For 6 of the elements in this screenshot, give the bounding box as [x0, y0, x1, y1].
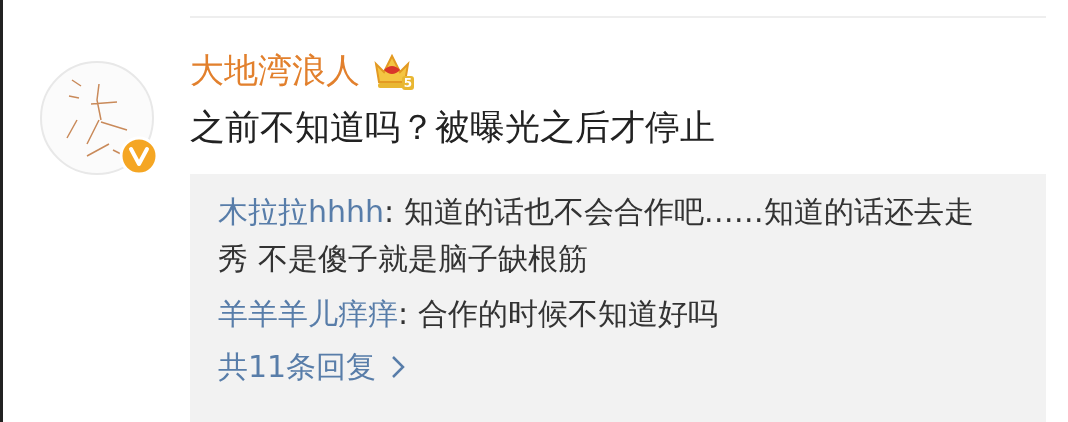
chevron-icon — [390, 354, 407, 380]
comment-text: 之前不知道吗？被曝光之后才停止 — [190, 106, 716, 149]
more-replies-link[interactable]: 共11条回复 — [218, 347, 377, 387]
author-name[interactable]: 大地湾浪人 — [190, 50, 360, 90]
reply-text: 羊羊羊儿痒痒: 合作的时候不知道好吗 — [218, 295, 719, 333]
reply-text: 木拉拉hhhh: 知道的话也不会合作吧……知道的话还去走秀 不是傻子就是脑子缺根筋 — [218, 193, 975, 278]
